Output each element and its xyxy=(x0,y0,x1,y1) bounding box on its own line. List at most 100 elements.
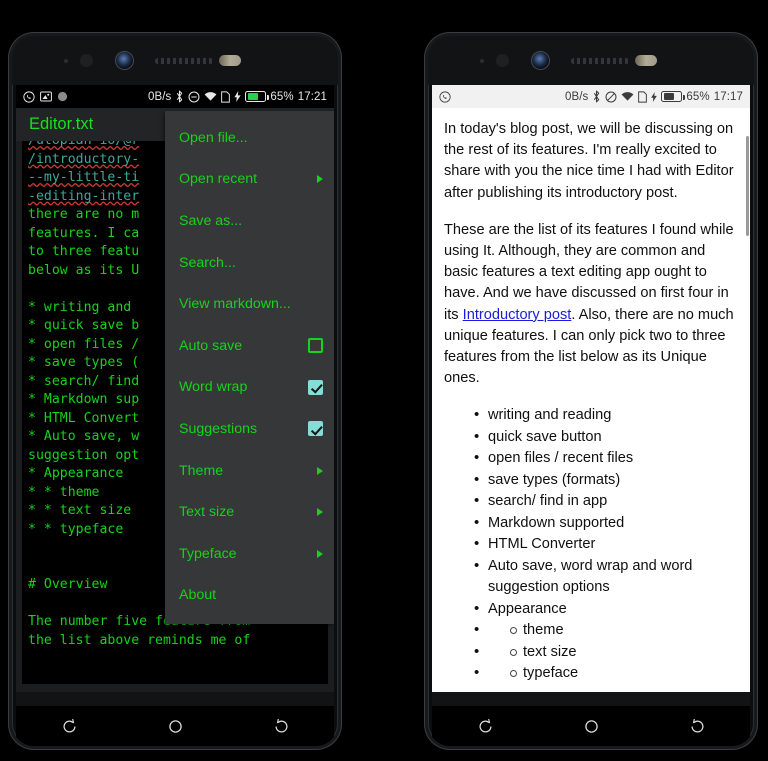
feature-sub-item-label: typeface xyxy=(510,663,578,685)
clock-label: 17:21 xyxy=(297,90,327,103)
overflow-menu[interactable]: Open file... Open recent Save as... Search.… xyxy=(165,111,334,625)
menu-item-view-markdown[interactable]: View markdown... xyxy=(165,283,334,325)
dnd-icon xyxy=(605,91,617,103)
left-phone-bottom-bezel xyxy=(16,692,334,746)
sim-card-icon xyxy=(221,90,231,103)
editor-plain-text: * Appearance xyxy=(28,466,124,481)
back-button[interactable] xyxy=(674,706,720,746)
proximity-sensor-icon xyxy=(496,54,509,67)
whatsapp-icon xyxy=(439,90,451,103)
right-status-right-icons: 0B/s 65% 17:17 xyxy=(565,90,743,103)
feature-list-item: quick save button xyxy=(474,426,738,449)
recents-button[interactable] xyxy=(462,706,508,746)
sim-card-icon xyxy=(638,90,648,103)
menu-item-search[interactable]: Search... xyxy=(165,242,334,284)
markdown-paragraph-2: These are the list of its features I fou… xyxy=(444,220,738,390)
editor-plain-text: the list above reminds me of xyxy=(28,632,251,648)
editor-plain-text: * search/ find xyxy=(28,373,140,389)
feature-item-label: quick save button xyxy=(488,428,602,445)
editor-plain-text: * * theme xyxy=(28,484,100,500)
back-button[interactable] xyxy=(258,706,304,746)
editor-plain-text: * * text size xyxy=(28,503,132,518)
front-flash-icon xyxy=(219,55,241,66)
editor-plain-text: to three featu xyxy=(28,244,140,259)
checkbox-checked-icon[interactable] xyxy=(308,379,323,395)
editor-plain-text: features. I ca xyxy=(28,225,140,241)
battery-icon xyxy=(661,91,685,102)
menu-item-open-file[interactable]: Open file... xyxy=(165,117,334,159)
recents-icon xyxy=(63,718,76,732)
editor-plain-text: * quick save b xyxy=(28,318,140,333)
editor-plain-text: # Overview xyxy=(28,577,108,592)
menu-item-about[interactable]: About xyxy=(165,575,334,617)
earpiece-speaker-icon xyxy=(155,58,213,64)
wifi-icon xyxy=(621,91,634,102)
file-name-label: Editor.txt xyxy=(29,115,94,133)
chevron-right-icon xyxy=(317,175,323,184)
battery-percent-label: 65% xyxy=(270,90,294,103)
network-speed-label: 0B/s xyxy=(147,90,172,103)
front-flash-icon xyxy=(635,55,657,66)
editor-link-text: /utopian-io/@r xyxy=(28,141,139,148)
feature-list-item: search/ find in app xyxy=(474,490,738,513)
menu-item-typeface[interactable]: Typeface xyxy=(165,533,334,575)
clock-label: 17:17 xyxy=(713,90,743,103)
menu-item-label: Theme xyxy=(179,462,224,479)
screenshot-icon xyxy=(40,91,52,102)
right-phone-bottom-bezel xyxy=(432,692,750,746)
menu-item-label: About xyxy=(179,587,217,604)
left-phone-screen: 0B/s 65% 17:21 Editor.txt /introductory-… xyxy=(16,85,334,692)
menu-item-word-wrap[interactable]: Word wrap xyxy=(165,367,334,409)
menu-item-auto-save[interactable]: Auto save xyxy=(165,325,334,367)
checkbox-checked-icon[interactable] xyxy=(308,421,323,437)
menu-item-suggestions[interactable]: Suggestions xyxy=(165,408,334,450)
right-phone-device: 0B/s 65% 17:17 In today's blog post, we … xyxy=(424,32,758,750)
earpiece-speaker-icon xyxy=(571,58,629,64)
editor-app: 0B/s 65% 17:21 Editor.txt /introductory-… xyxy=(16,85,334,692)
menu-item-theme[interactable]: Theme xyxy=(165,450,334,492)
network-speed-label: 0B/s xyxy=(564,90,589,103)
feature-list-item: HTML Converter xyxy=(474,533,738,556)
left-phone-inner: 0B/s 65% 17:21 Editor.txt /introductory-… xyxy=(12,36,338,746)
editor-plain-text: * Markdown sup xyxy=(28,392,140,407)
menu-item-open-recent[interactable]: Open recent xyxy=(165,159,334,201)
left-status-left-icons xyxy=(23,90,68,103)
checkbox-unchecked-icon[interactable] xyxy=(308,338,323,354)
front-camera-icon xyxy=(116,52,133,69)
home-button[interactable] xyxy=(152,706,198,746)
battery-percent-label: 65% xyxy=(686,90,710,103)
menu-item-text-size[interactable]: Text size xyxy=(165,491,334,533)
editor-link-text: --my-little-ti xyxy=(28,170,140,185)
editor-plain-text: * save types ( xyxy=(28,355,140,370)
charging-bolt-icon xyxy=(234,91,242,102)
chevron-right-icon xyxy=(317,508,323,517)
notification-dot-icon xyxy=(57,91,68,102)
back-icon xyxy=(274,718,287,732)
recents-icon xyxy=(479,718,492,732)
feature-list-item: typeface xyxy=(474,662,738,685)
right-status-left-icons xyxy=(439,90,451,103)
right-phone-top-bezel xyxy=(428,36,754,85)
editor-plain-text: * HTML Convert xyxy=(28,410,140,426)
home-button[interactable] xyxy=(568,706,614,746)
editor-plain-text: below as its U xyxy=(28,262,140,278)
ir-sensor-icon xyxy=(64,59,68,63)
feature-item-label: writing and reading xyxy=(488,407,612,424)
home-icon xyxy=(168,719,182,733)
feature-sub-item-label: text size xyxy=(510,642,577,664)
feature-item-label: Appearance xyxy=(488,600,567,617)
feature-item-label: open files / recent files xyxy=(488,450,634,467)
dnd-icon xyxy=(188,91,200,103)
feature-list-item: open files / recent files xyxy=(474,447,738,470)
markdown-content[interactable]: In today's blog post, we will be discuss… xyxy=(432,108,750,692)
left-status-right-icons: 0B/s 65% 17:21 xyxy=(148,90,327,103)
feature-item-label: Auto save, word wrap and word suggestion… xyxy=(488,557,693,596)
markdown-scrollbar-thumb[interactable] xyxy=(746,136,749,236)
left-status-bar: 0B/s 65% 17:21 xyxy=(16,85,334,108)
recents-button[interactable] xyxy=(46,706,92,746)
introductory-post-link[interactable]: Introductory post xyxy=(463,307,572,323)
menu-item-label: Typeface xyxy=(179,545,237,562)
feature-item-label: save types (formats) xyxy=(488,471,621,488)
battery-icon xyxy=(245,91,269,102)
menu-item-save-as[interactable]: Save as... xyxy=(165,200,334,242)
